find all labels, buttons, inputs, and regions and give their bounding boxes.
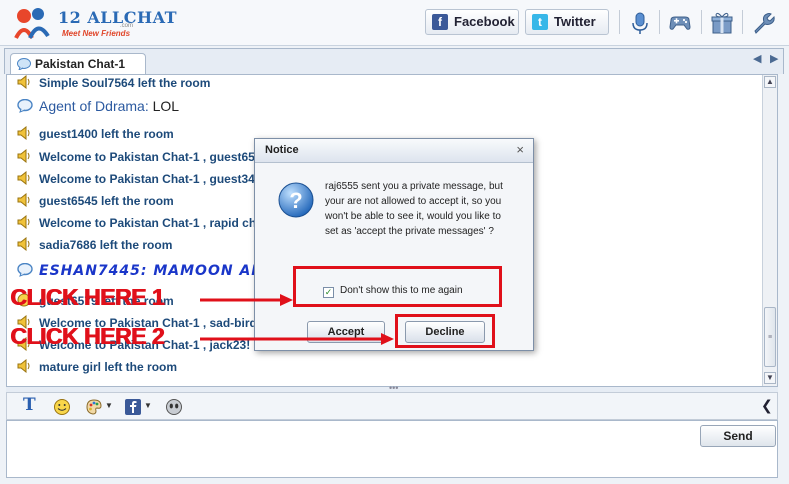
message-user[interactable]: Agent of Ddrama: — [39, 98, 149, 114]
annotation-label-1: CLICK HERE 1 — [10, 284, 164, 310]
chat-message: Welcome to Pakistan Chat-1 , guest34 — [17, 171, 255, 186]
accept-button[interactable]: Accept — [307, 321, 385, 343]
scroll-down-icon[interactable]: ▼ — [764, 372, 776, 384]
logo-mark-icon — [14, 8, 50, 39]
facebook-dropdown-icon[interactable]: ▼ — [144, 401, 152, 421]
chat-message: Simple Soul7564 left the room — [17, 75, 210, 90]
chat-message: guest1400 left the room — [17, 126, 174, 141]
scroll-thumb[interactable]: ≡ — [764, 307, 776, 367]
close-icon[interactable]: × — [516, 142, 524, 157]
palette-icon[interactable] — [85, 397, 103, 417]
tab-label: Pakistan Chat-1 — [35, 57, 126, 71]
avatar-icon[interactable] — [165, 397, 183, 417]
speaker-icon — [17, 193, 30, 207]
speaker-icon — [17, 149, 30, 163]
speaker-icon — [17, 75, 30, 89]
app-header: 12 ALLCHAT .com Meet New Friends f Faceb… — [0, 0, 789, 46]
twitter-icon: t — [532, 14, 548, 30]
header-separator — [659, 10, 660, 34]
message-text: sadia7686 left the room — [39, 238, 173, 252]
annotation-box-decline — [395, 314, 495, 348]
facebook-share-icon[interactable] — [124, 397, 142, 417]
message-text: Welcome to Pakistan Chat-1 , guest65 — [39, 150, 255, 164]
dialog-title: Notice — [255, 139, 533, 163]
microphone-icon[interactable] — [627, 10, 653, 36]
message-text: Welcome to Pakistan Chat-1 , guest34 — [39, 172, 255, 186]
twitter-button[interactable]: t Twitter — [525, 9, 609, 35]
tab-pakistan-chat-1[interactable]: Pakistan Chat-1 — [10, 53, 146, 76]
facebook-button[interactable]: f Facebook — [425, 9, 519, 35]
tab-next-icon[interactable]: ▶ — [770, 52, 778, 65]
message-text: LOL — [148, 98, 180, 114]
question-icon: ? — [278, 182, 314, 218]
user-bubble-icon — [17, 263, 33, 277]
gamepad-icon[interactable] — [667, 10, 693, 36]
twitter-button-label: Twitter — [554, 14, 596, 29]
text-format-icon[interactable]: T — [23, 395, 36, 415]
header-separator — [619, 10, 620, 34]
speaker-icon — [17, 237, 30, 251]
message-text: guest6545 left the room — [39, 194, 174, 208]
speaker-icon — [17, 126, 30, 140]
tab-bar: Pakistan Chat-1 ◀ ▶ — [4, 48, 784, 76]
annotation-box-checkbox — [293, 266, 502, 307]
logo-title: 12 ALLCHAT — [58, 8, 178, 27]
chat-message: mature girl left the room — [17, 359, 177, 374]
emoticon-icon[interactable] — [53, 397, 71, 417]
collapse-arrow-icon[interactable]: ❮ — [761, 397, 773, 417]
header-separator — [701, 10, 702, 34]
gift-icon[interactable] — [709, 10, 735, 36]
facebook-icon: f — [432, 14, 448, 30]
chat-message: Welcome to Pakistan Chat-1 , rapid cha — [17, 215, 263, 230]
chat-message: ESHAN7445: MAMOON AI — [17, 263, 258, 279]
chat-scrollbar[interactable]: ▲ ≡ ▼ — [762, 75, 777, 386]
wrench-icon[interactable] — [750, 10, 776, 36]
speaker-icon — [17, 359, 30, 373]
chat-bubble-icon — [17, 58, 31, 70]
speaker-icon — [17, 215, 30, 229]
compose-toolbar: T ▼ ▼ ❮ — [6, 392, 778, 420]
send-button[interactable]: Send — [700, 425, 776, 447]
palette-dropdown-icon[interactable]: ▼ — [105, 401, 113, 421]
tab-prev-icon[interactable]: ◀ — [753, 52, 761, 65]
message-text: ESHAN7445: MAMOON AI — [39, 263, 258, 279]
message-text: mature girl left the room — [39, 360, 178, 374]
svg-text:?: ? — [289, 188, 302, 213]
speaker-icon — [17, 171, 30, 185]
scroll-up-icon[interactable]: ▲ — [764, 76, 776, 88]
annotation-label-2: CLICK HERE 2 — [10, 323, 164, 349]
chat-message: guest6545 left the room — [17, 193, 174, 208]
user-bubble-icon — [17, 99, 33, 113]
logo[interactable]: 12 ALLCHAT .com Meet New Friends — [12, 4, 177, 42]
logo-subtitle: Meet New Friends — [62, 29, 131, 38]
message-text: Welcome to Pakistan Chat-1 , rapid cha — [39, 216, 263, 230]
message-text: guest1400 left the room — [39, 127, 174, 141]
chat-message: Agent of Ddrama: LOL — [17, 98, 179, 114]
message-text: Simple Soul7564 left the room — [39, 76, 211, 90]
header-separator — [742, 10, 743, 34]
chat-message: Welcome to Pakistan Chat-1 , guest65 — [17, 149, 255, 164]
facebook-button-label: Facebook — [454, 14, 515, 29]
message-input[interactable] — [6, 420, 778, 478]
chat-message: sadia7686 left the room — [17, 237, 172, 252]
dialog-message: raj6555 sent you a private message, but … — [325, 181, 503, 237]
